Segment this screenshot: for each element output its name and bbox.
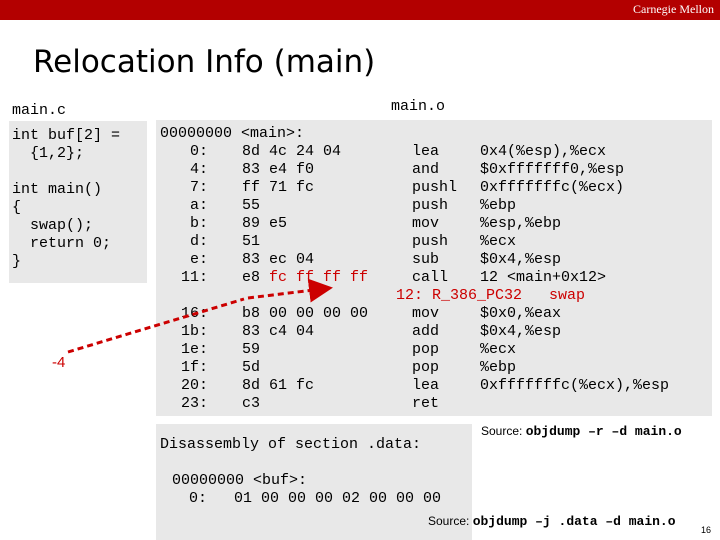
buf-label-line: 00000000 <buf>: — [172, 472, 308, 489]
source-prefix: Source: — [428, 514, 473, 528]
page-number: 16 — [700, 525, 711, 535]
data-section-heading: Disassembly of section .data: — [160, 436, 422, 453]
source-prefix: Source: — [481, 424, 526, 438]
buf-value-line: 0: 01 00 00 00 02 00 00 00 — [189, 490, 442, 507]
source-note-top: Source: objdump –r –d main.o — [481, 424, 682, 439]
source-command: objdump –r –d main.o — [525, 424, 682, 439]
source-command: objdump –j .data –d main.o — [472, 514, 676, 529]
arrow-offset — [67, 297, 245, 354]
arrow-to-relocation — [247, 278, 333, 303]
source-note-bottom: Source: objdump –j .data –d main.o — [428, 514, 676, 529]
